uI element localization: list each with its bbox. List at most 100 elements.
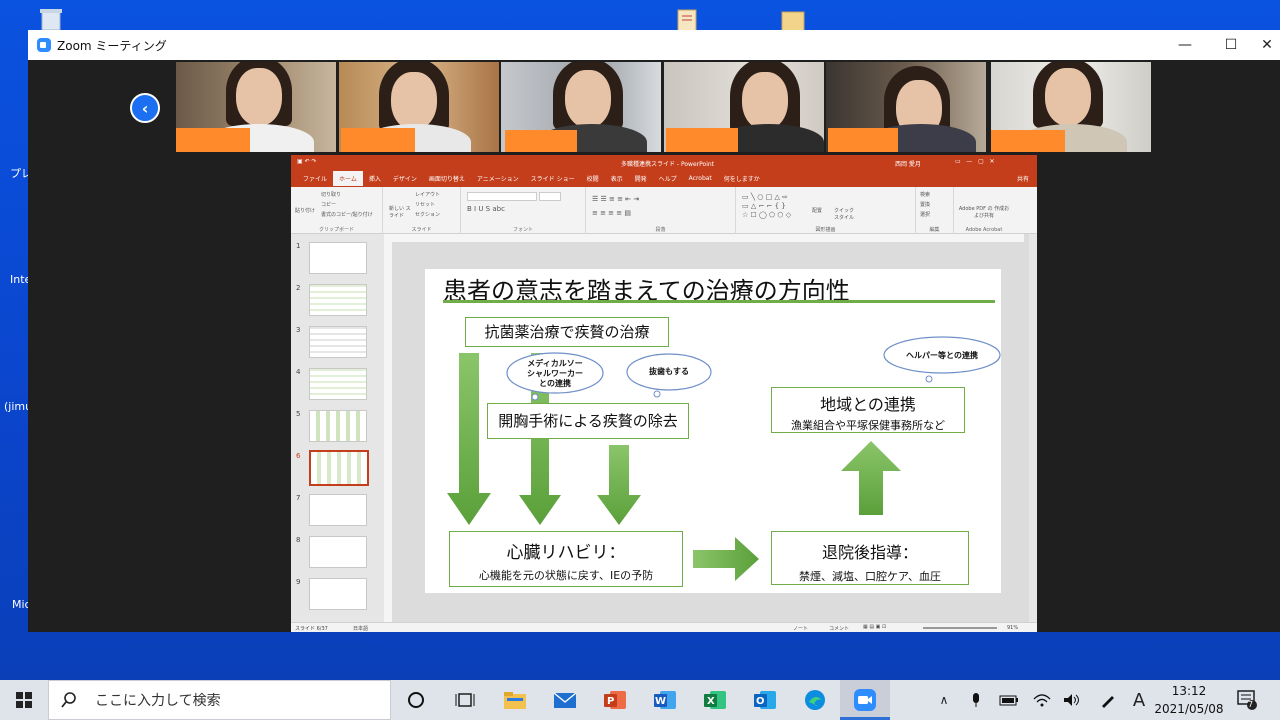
thumb-number: 2: [296, 284, 301, 292]
font-size-select[interactable]: [539, 192, 561, 201]
arrange-button[interactable]: 配置: [812, 207, 822, 214]
share-button[interactable]: 共有: [1017, 174, 1029, 183]
reset-button[interactable]: リセット: [415, 201, 435, 208]
current-slide[interactable]: 患者の意志を踏まえての治療の方向性 抗菌薬治療で疾贅の治療 開胸手術による疾贅の…: [425, 269, 1001, 593]
save-icon[interactable]: ▣ ↶ ↷: [297, 158, 317, 165]
slide-thumbnail[interactable]: [309, 578, 367, 610]
file-explorer-icon[interactable]: [490, 680, 540, 720]
thumb-number: 7: [296, 494, 301, 502]
powerpoint-icon[interactable]: P: [590, 680, 640, 720]
arrow-down-1: [447, 353, 491, 525]
wifi-icon[interactable]: [1032, 680, 1052, 720]
tab-review[interactable]: 校閲: [581, 171, 605, 186]
participant-video-tile[interactable]: [826, 62, 986, 152]
edge-icon[interactable]: [790, 680, 840, 720]
layout-button[interactable]: レイアウト: [415, 191, 440, 198]
zoom-slider[interactable]: [923, 627, 997, 629]
slide-thumbnail[interactable]: [309, 326, 367, 358]
cut-button[interactable]: 切り取り: [321, 191, 341, 198]
section-button[interactable]: セクション: [415, 211, 440, 218]
excel-icon[interactable]: X: [690, 680, 740, 720]
participant-video-tile[interactable]: [176, 62, 336, 152]
tab-animations[interactable]: アニメーション: [471, 171, 525, 186]
ribbon-group-label: スライド: [411, 227, 432, 233]
previous-page-button[interactable]: ‹: [130, 93, 160, 123]
tab-view[interactable]: 表示: [605, 171, 629, 186]
ribbon: 貼り付け 切り取り コピー 書式のコピー/貼り付け クリップボード 新しい スラ…: [291, 187, 1037, 234]
align-buttons[interactable]: ≡ ≡ ≡ ≡ ▤: [592, 209, 631, 217]
tab-design[interactable]: デザイン: [387, 171, 423, 186]
tab-transitions[interactable]: 画面切り替え: [423, 171, 471, 186]
participant-video-tile[interactable]: [339, 62, 499, 152]
create-pdf-button[interactable]: Adobe PDF の 作成および共有: [958, 205, 1010, 219]
participant-name-redacted: [176, 128, 250, 152]
slide-thumbnails-pane: 1 2 3 4 5 6 7 8 9: [291, 234, 376, 622]
paragraph-buttons[interactable]: ☰ ☰ ≡ ≡ ⇤ ⇥: [592, 195, 639, 203]
ppt-window-controls[interactable]: ▭ — ▢ ✕: [955, 158, 995, 165]
paste-button[interactable]: 貼り付け: [295, 207, 315, 214]
taskbar: ここに入力して検索 P W X O ∧ A 13:12 2021/05/08 7: [0, 680, 1280, 720]
tab-acrobat[interactable]: Acrobat: [683, 172, 718, 185]
find-button[interactable]: 検索: [920, 191, 930, 198]
tab-help[interactable]: ヘルプ: [653, 171, 683, 186]
participant-video-tile[interactable]: [664, 62, 824, 152]
view-buttons[interactable]: ▦ ▤ ▣ ⊡: [863, 624, 886, 630]
maximize-button[interactable]: ☐: [1208, 30, 1254, 60]
microphone-icon[interactable]: [966, 680, 986, 720]
font-style-buttons[interactable]: B I U S abc: [467, 205, 505, 213]
cortana-icon[interactable]: [391, 680, 441, 720]
word-icon[interactable]: W: [640, 680, 690, 720]
start-button[interactable]: [0, 680, 48, 720]
tab-file[interactable]: ファイル: [297, 171, 333, 186]
tab-insert[interactable]: 挿入: [363, 171, 387, 186]
notification-center-icon[interactable]: 7: [1232, 680, 1262, 720]
tab-home[interactable]: ホーム: [333, 171, 363, 186]
box-subtitle: 漁業組合や平塚保健事務所など: [791, 419, 945, 432]
zoom-level[interactable]: 91%: [1007, 625, 1018, 631]
minimize-button[interactable]: —: [1162, 30, 1208, 60]
font-group: B I U S abc フォント: [461, 187, 586, 234]
taskbar-clock[interactable]: 13:12 2021/05/08: [1152, 682, 1226, 718]
font-name-select[interactable]: [467, 192, 537, 201]
new-slide-button[interactable]: 新しい スライド: [389, 205, 411, 219]
windows-icon: [16, 692, 32, 708]
task-view-icon[interactable]: [440, 680, 490, 720]
slide-thumbnail[interactable]: [309, 536, 367, 568]
shapes-gallery[interactable]: ▭ ╲ ○ □ △ ⇨ ▭ △ ⌐ ⌐ { } ☆ ☐ ◯ ⬠ ⬡ ◇: [742, 193, 791, 220]
zoom-app-icon[interactable]: [840, 680, 890, 720]
taskbar-search-box[interactable]: ここに入力して検索: [48, 680, 391, 720]
slide-thumbnail[interactable]: [309, 242, 367, 274]
mail-icon[interactable]: [540, 680, 590, 720]
copy-button[interactable]: コピー: [321, 201, 336, 208]
replace-button[interactable]: 置換: [920, 201, 930, 208]
format-painter-button[interactable]: 書式のコピー/貼り付け: [321, 211, 373, 218]
slide-thumbnail[interactable]: [309, 368, 367, 400]
paragraph-group: ☰ ☰ ≡ ≡ ⇤ ⇥ ≡ ≡ ≡ ≡ ▤ 段落: [586, 187, 736, 234]
slide-thumbnail-selected[interactable]: [309, 450, 369, 486]
tell-me-search[interactable]: 何をしますか: [718, 171, 766, 186]
pen-icon[interactable]: [1098, 680, 1118, 720]
tab-developer[interactable]: 開発: [629, 171, 653, 186]
show-hidden-icons[interactable]: ∧: [934, 680, 954, 720]
editing-group: 検索 置換 選択 編集: [916, 187, 954, 234]
arrow-down-3: [597, 445, 641, 525]
notes-button[interactable]: ノート: [793, 625, 808, 632]
slide-thumbnail[interactable]: [309, 410, 367, 442]
outlook-icon[interactable]: O: [740, 680, 790, 720]
shared-screen-powerpoint[interactable]: ▣ ↶ ↷ 多職種連携スライド - PowerPoint 西岡 愛月 ▭ — ▢…: [291, 155, 1037, 632]
participant-video-tile[interactable]: [501, 62, 661, 152]
comments-button[interactable]: コメント: [829, 625, 849, 632]
slide-thumbnail[interactable]: [309, 494, 367, 526]
status-language[interactable]: 日本語: [353, 625, 368, 632]
participant-video-tile[interactable]: [991, 62, 1151, 152]
quick-styles-button[interactable]: クイック スタイル: [834, 207, 858, 221]
close-button[interactable]: ✕: [1254, 30, 1280, 60]
select-button[interactable]: 選択: [920, 211, 930, 218]
battery-icon[interactable]: [996, 680, 1022, 720]
box-title: 地域との連携: [820, 395, 916, 414]
volume-icon[interactable]: [1062, 680, 1082, 720]
ime-indicator[interactable]: A: [1128, 680, 1150, 720]
vertical-ruler: [384, 242, 392, 622]
slide-thumbnail[interactable]: [309, 284, 367, 316]
tab-slideshow[interactable]: スライド ショー: [525, 171, 581, 186]
